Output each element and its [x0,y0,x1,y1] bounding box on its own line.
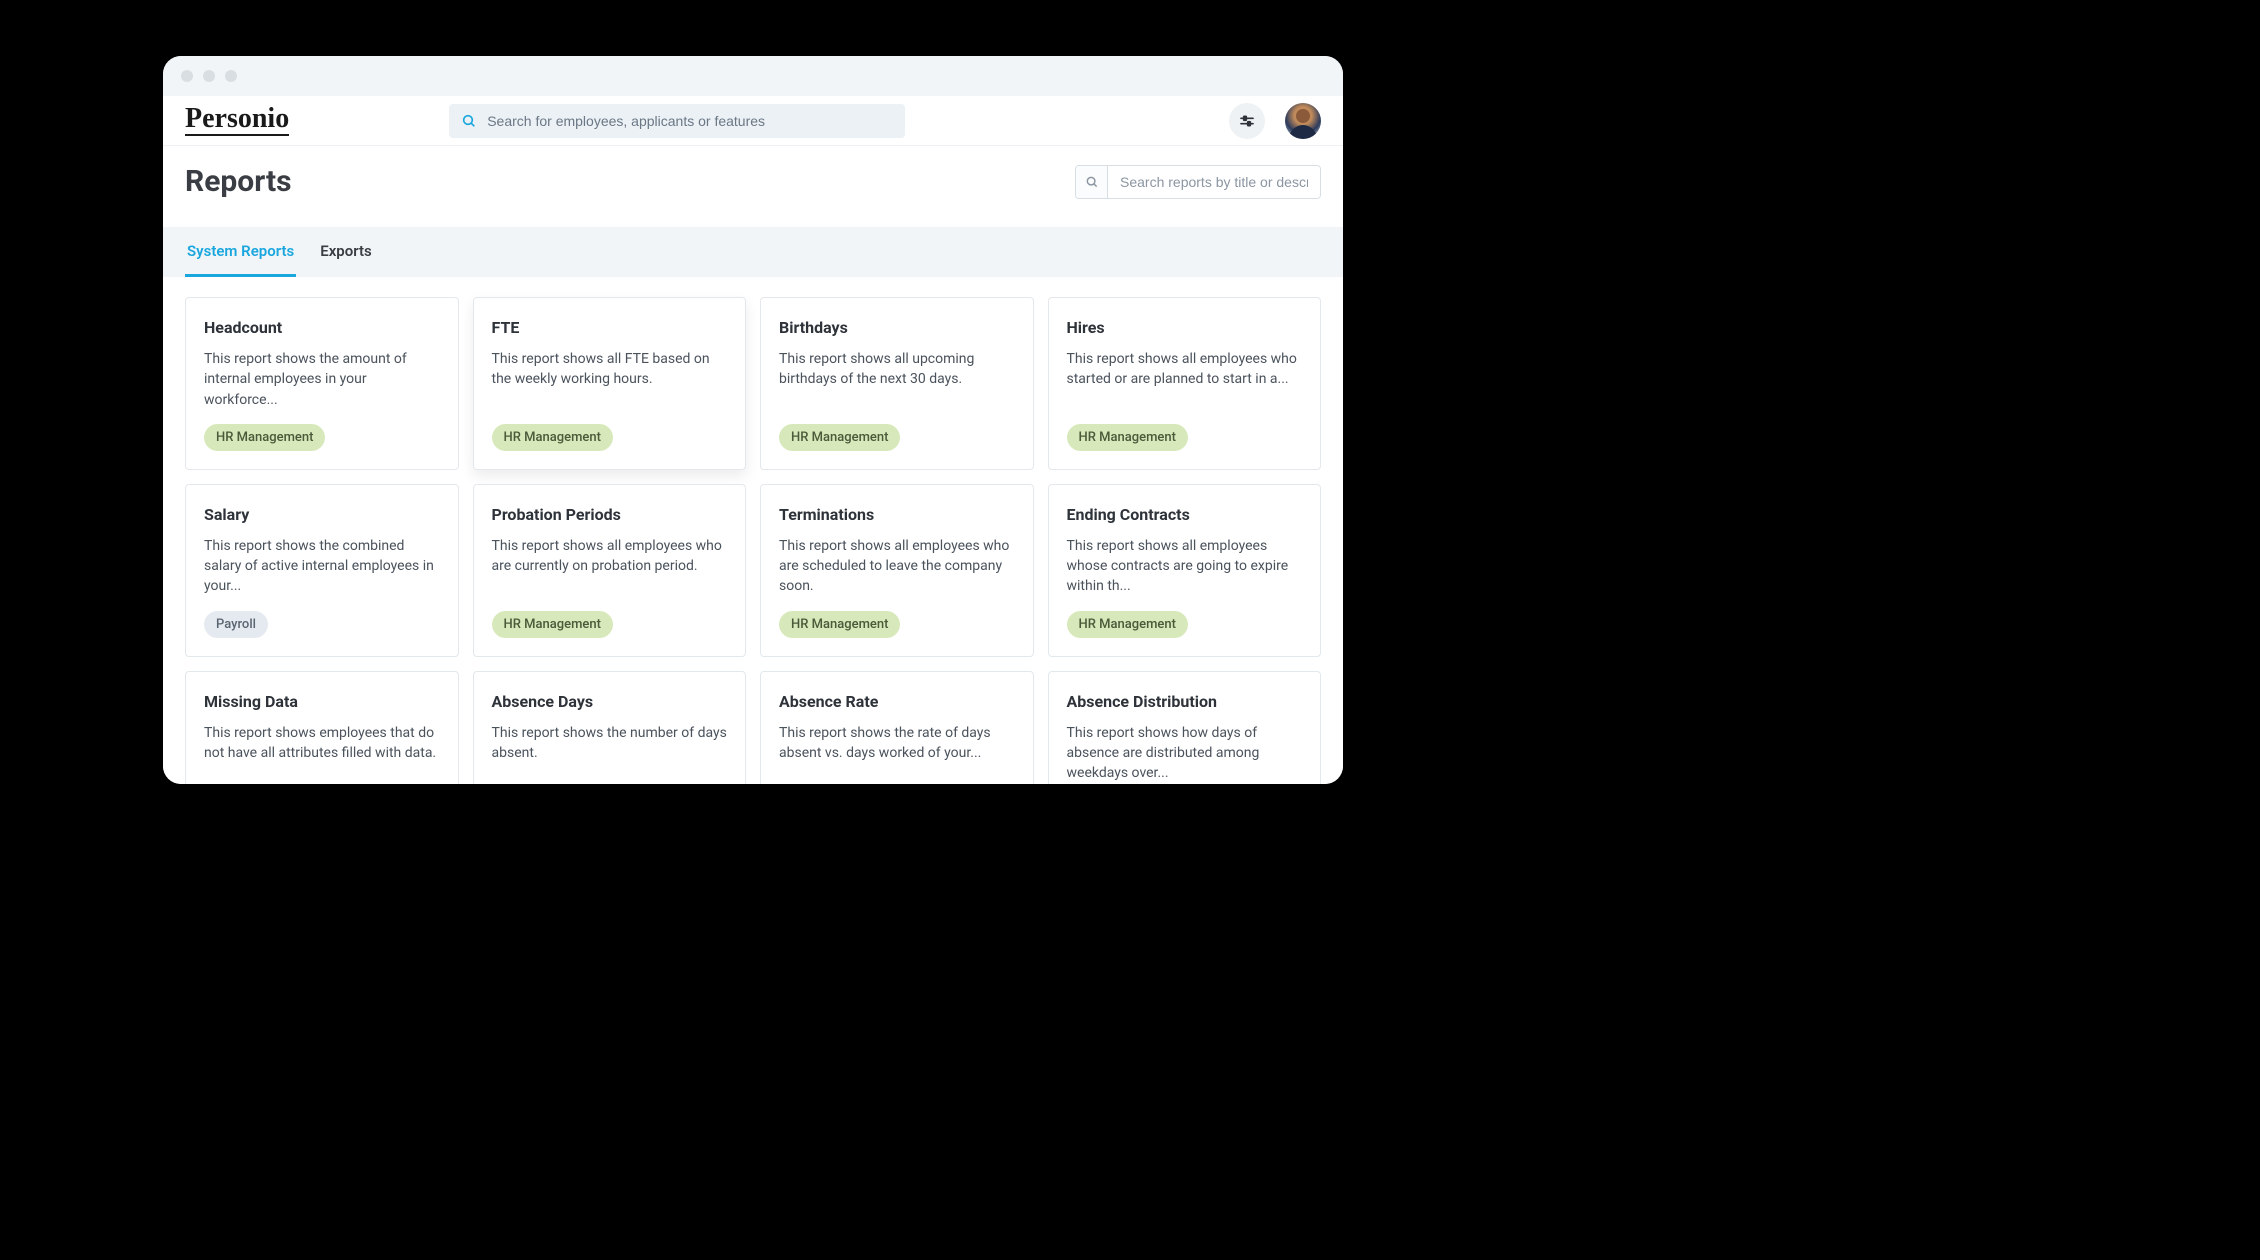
report-card-title: Probation Periods [492,505,728,524]
window-titlebar [163,56,1343,96]
page-header: Reports [163,146,1343,227]
report-grid: Headcount This report shows the amount o… [163,277,1343,784]
window-control-maximize[interactable] [225,70,237,82]
report-tag: HR Management [492,611,613,638]
report-card-missing-data[interactable]: Missing Data This report shows employees… [185,671,459,784]
report-search-input[interactable] [1108,166,1320,198]
report-card-hires[interactable]: Hires This report shows all employees wh… [1048,297,1322,470]
report-card-description: This report shows all employees who are … [779,536,1015,597]
settings-button[interactable] [1229,103,1265,139]
report-card-absence-distribution[interactable]: Absence Distribution This report shows h… [1048,671,1322,784]
report-card-description: This report shows all employees whose co… [1067,536,1303,597]
report-card-title: FTE [492,318,728,337]
report-search[interactable] [1075,165,1321,199]
report-card-probation-periods[interactable]: Probation Periods This report shows all … [473,484,747,657]
report-card-ending-contracts[interactable]: Ending Contracts This report shows all e… [1048,484,1322,657]
report-card-description: This report shows the combined salary of… [204,536,440,597]
report-card-title: Ending Contracts [1067,505,1303,524]
report-card-fte[interactable]: FTE This report shows all FTE based on t… [473,297,747,470]
report-card-description: This report shows all employees who star… [1067,349,1303,410]
search-icon [461,113,477,129]
report-card-absence-days[interactable]: Absence Days This report shows the numbe… [473,671,747,784]
report-card-description: This report shows the rate of days absen… [779,723,1015,784]
report-card-title: Hires [1067,318,1303,337]
report-card-title: Terminations [779,505,1015,524]
global-search[interactable] [449,104,905,138]
report-tag: HR Management [1067,611,1188,638]
report-tag: HR Management [779,424,900,451]
report-card-title: Missing Data [204,692,440,711]
report-card-description: This report shows the amount of internal… [204,349,440,410]
report-card-description: This report shows the number of days abs… [492,723,728,784]
report-card-terminations[interactable]: Terminations This report shows all emplo… [760,484,1034,657]
global-search-input[interactable] [487,113,893,129]
topbar: Personio [163,96,1343,146]
report-card-description: This report shows all FTE based on the w… [492,349,728,410]
sliders-icon [1239,113,1255,129]
tab-exports[interactable]: Exports [318,228,374,277]
report-card-title: Absence Rate [779,692,1015,711]
page-title: Reports [185,164,292,199]
report-card-description: This report shows all employees who are … [492,536,728,597]
search-icon [1085,175,1099,189]
report-card-title: Headcount [204,318,440,337]
logo[interactable]: Personio [185,105,289,136]
report-card-description: This report shows employees that do not … [204,723,440,784]
window-control-close[interactable] [181,70,193,82]
report-card-absence-rate[interactable]: Absence Rate This report shows the rate … [760,671,1034,784]
tabs: System Reports Exports [163,227,1343,277]
report-tag: HR Management [492,424,613,451]
tab-system-reports[interactable]: System Reports [185,228,296,277]
report-tag: HR Management [204,424,325,451]
avatar[interactable] [1285,103,1321,139]
window-control-minimize[interactable] [203,70,215,82]
report-card-description: This report shows all upcoming birthdays… [779,349,1015,410]
report-card-birthdays[interactable]: Birthdays This report shows all upcoming… [760,297,1034,470]
report-tag: HR Management [1067,424,1188,451]
report-search-icon-wrap [1076,166,1108,198]
report-card-description: This report shows how days of absence ar… [1067,723,1303,784]
report-card-headcount[interactable]: Headcount This report shows the amount o… [185,297,459,470]
report-card-title: Absence Distribution [1067,692,1303,711]
report-tag: HR Management [779,611,900,638]
report-card-title: Absence Days [492,692,728,711]
report-card-title: Salary [204,505,440,524]
app-window: Personio Reports System Reports Exports … [163,56,1343,784]
report-tag: Payroll [204,611,268,638]
report-card-title: Birthdays [779,318,1015,337]
report-card-salary[interactable]: Salary This report shows the combined sa… [185,484,459,657]
